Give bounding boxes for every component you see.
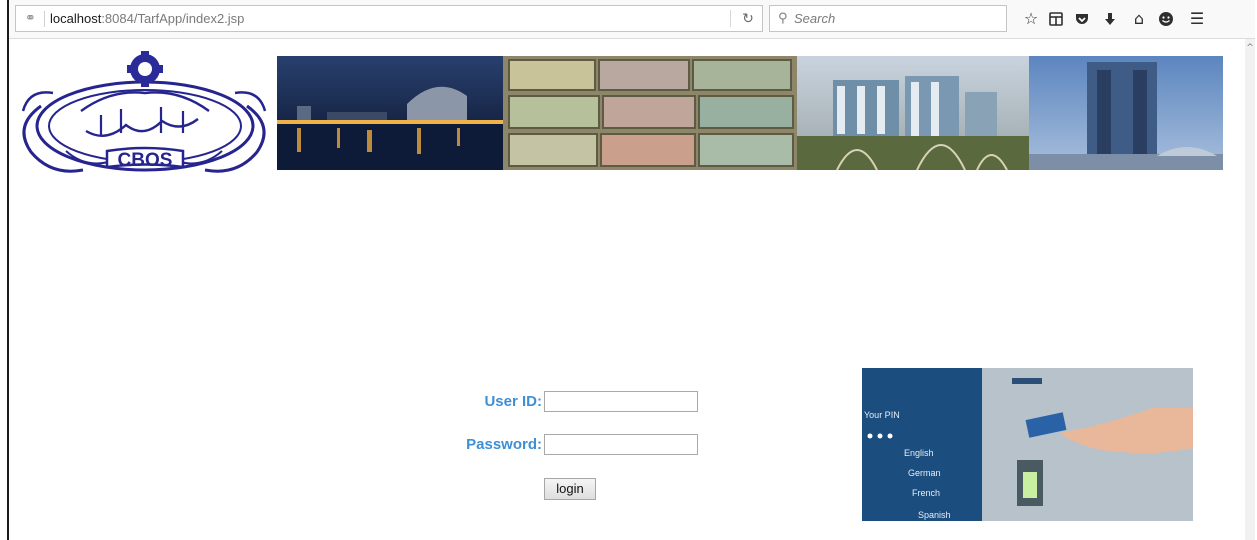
- home-icon[interactable]: ⌂: [1128, 8, 1150, 30]
- user-id-label: User ID:: [484, 393, 542, 410]
- search-box[interactable]: ⚲: [769, 5, 1007, 32]
- search-input[interactable]: [794, 9, 994, 27]
- address-url[interactable]: localhost:8084/TarfApp/index2.jsp: [50, 10, 244, 28]
- search-icon: ⚲: [778, 11, 788, 26]
- address-bar[interactable]: ⚭ localhost:8084/TarfApp/index2.jsp ↻: [15, 5, 763, 32]
- user-id-input[interactable]: [544, 391, 698, 412]
- browser-toolbar: ⚭ localhost:8084/TarfApp/index2.jsp ↻ ⚲ …: [9, 0, 1255, 39]
- scroll-up-arrow-icon[interactable]: ^: [1245, 43, 1255, 53]
- url-path: :8084/TarfApp/index2.jsp: [101, 11, 245, 26]
- smiley-icon[interactable]: [1155, 8, 1177, 30]
- cbos-logo: CBOS: [21, 51, 267, 173]
- address-divider: [44, 11, 45, 27]
- atm-text-spanish: Spanish: [918, 510, 951, 520]
- atm-text-german: German: [908, 468, 941, 478]
- atm-text-french: French: [912, 488, 940, 498]
- browser-window: ⚭ localhost:8084/TarfApp/index2.jsp ↻ ⚲ …: [7, 0, 1255, 540]
- menu-icon[interactable]: ☰: [1186, 8, 1208, 30]
- password-input[interactable]: [544, 434, 698, 455]
- header-banner: [277, 56, 1223, 170]
- atm-text-english: English: [904, 448, 934, 458]
- download-icon[interactable]: [1099, 8, 1121, 30]
- login-button[interactable]: login: [544, 478, 596, 500]
- reload-icon[interactable]: ↻: [738, 10, 758, 28]
- vertical-scrollbar[interactable]: ^: [1245, 39, 1255, 540]
- password-label: Password:: [466, 436, 542, 453]
- logo-text: CBOS: [118, 150, 173, 171]
- pocket-icon[interactable]: [1071, 8, 1093, 30]
- bookmark-star-icon[interactable]: ☆: [1020, 8, 1042, 30]
- atm-text-your-pin: Your PIN: [864, 410, 900, 420]
- atm-image: Your PIN English German French Spanish: [862, 368, 1193, 521]
- reading-list-icon[interactable]: [1045, 8, 1067, 30]
- url-host: localhost: [50, 11, 102, 26]
- reload-divider: [730, 10, 731, 27]
- globe-icon[interactable]: ⚭: [23, 11, 38, 26]
